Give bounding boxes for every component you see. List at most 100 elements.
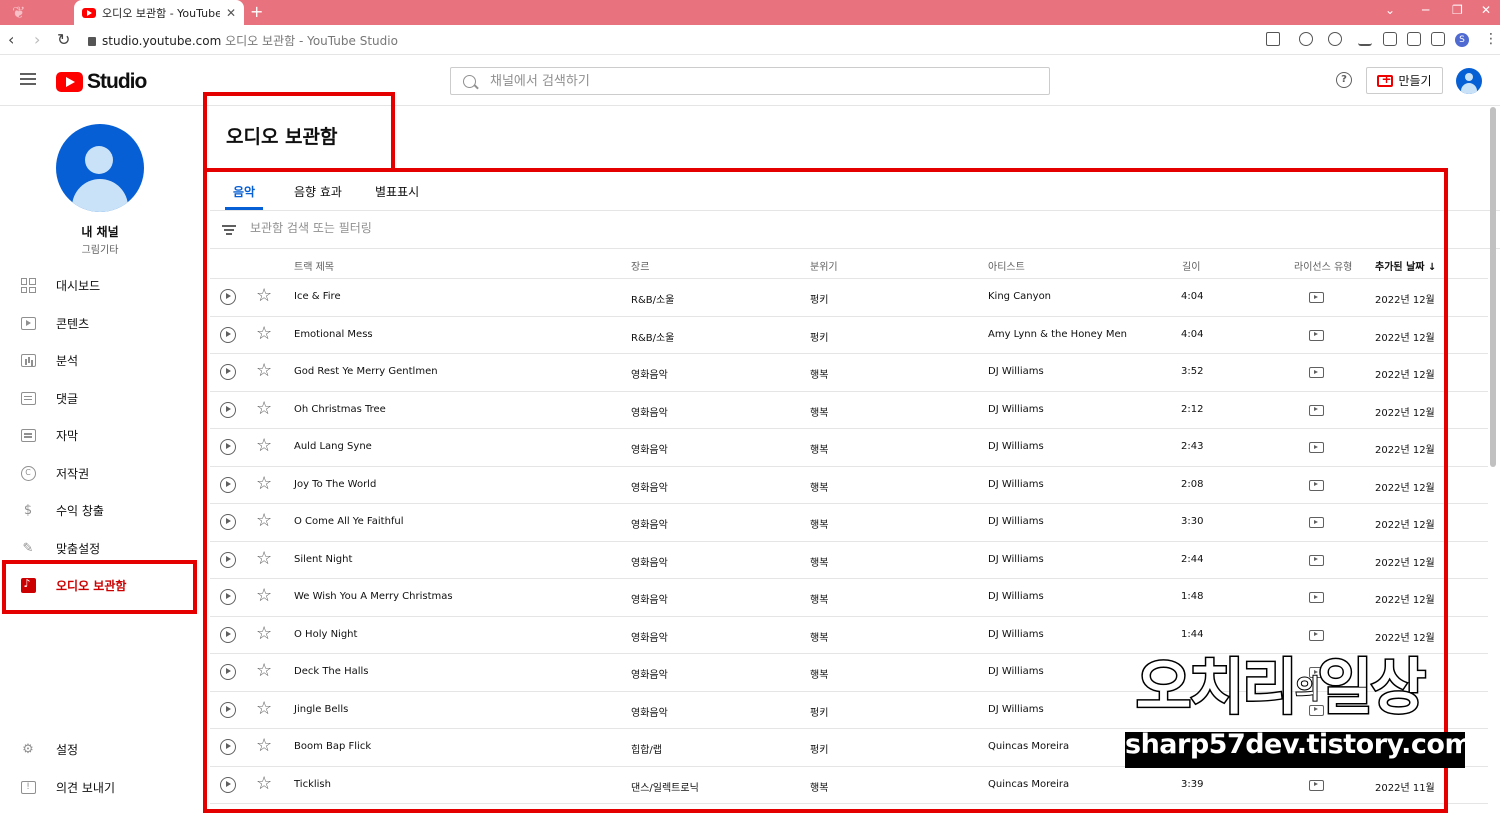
star-icon[interactable]: ☆ — [256, 512, 272, 530]
play-icon[interactable] — [220, 364, 236, 380]
minimize-icon[interactable]: ─ — [1422, 3, 1429, 17]
tab-music[interactable]: 음악 — [233, 183, 255, 200]
star-icon[interactable]: ☆ — [256, 774, 272, 793]
lock-icon — [88, 37, 96, 46]
table-row[interactable]: ☆ Ticklish 댄스/일렉트로닉 행복 Quincas Moreira 3:39 20… — [210, 767, 1488, 804]
star-icon[interactable]: ☆ — [256, 699, 272, 718]
sidebar-toggle-icon[interactable] — [1431, 32, 1445, 46]
star-icon[interactable]: ☆ — [256, 624, 272, 643]
page-title: 오디오 보관함 — [226, 126, 338, 148]
star-icon[interactable]: ☆ — [256, 737, 272, 755]
play-icon[interactable] — [220, 289, 236, 305]
channel-avatar[interactable] — [56, 124, 144, 212]
sidebar-item-content[interactable]: 콘텐츠 — [0, 305, 200, 342]
col-artist[interactable]: 아티스트 — [988, 258, 1025, 273]
col-title[interactable]: 트랙 제목 — [294, 258, 334, 273]
sidebar-item-monetization[interactable]: $ 수익 창출 — [0, 492, 200, 529]
create-button-label: 만들기 — [1398, 74, 1432, 88]
content-icon — [20, 316, 36, 331]
favorites-icon[interactable] — [1299, 32, 1313, 46]
sidebar-item-dashboard[interactable]: 대시보드 — [0, 267, 200, 304]
tab-close-icon[interactable]: ✕ — [226, 6, 236, 20]
create-button[interactable]: 만들기 — [1366, 67, 1443, 94]
star-icon[interactable]: ☆ — [256, 324, 272, 343]
play-icon[interactable] — [220, 589, 236, 605]
play-icon[interactable] — [220, 476, 236, 493]
new-tab-button[interactable]: + — [250, 2, 263, 21]
table-row[interactable]: ☆ O Come All Ye Faithful 영화음악 행복 DJ Williams… — [210, 504, 1488, 542]
play-icon[interactable] — [220, 739, 236, 755]
play-icon[interactable] — [220, 776, 236, 793]
table-row[interactable]: ☆ O Holy Night 영화음악 행복 DJ Williams 1:44 2022년 … — [210, 617, 1488, 654]
table-row[interactable]: ☆ We Wish You A Merry Christmas 영화음악 행복 DJ W… — [210, 579, 1488, 617]
star-icon[interactable]: ☆ — [256, 362, 272, 380]
channel-search-input[interactable] — [490, 73, 990, 89]
table-row[interactable]: ☆ Silent Night 영화음악 행복 DJ Williams 2:44 2022년 … — [210, 542, 1488, 579]
star-icon[interactable]: ☆ — [256, 437, 272, 455]
star-icon[interactable]: ☆ — [256, 549, 272, 568]
share-icon[interactable] — [1266, 32, 1280, 46]
play-icon[interactable] — [220, 664, 236, 680]
back-icon[interactable]: ‹ — [8, 30, 14, 49]
filter-icon[interactable] — [222, 225, 236, 235]
reload-icon[interactable]: ↻ — [57, 30, 70, 49]
play-icon[interactable] — [220, 551, 236, 568]
url-field[interactable]: studio.youtube.com 오디오 보관함 - YouTube Stu… — [88, 32, 398, 49]
sidebar-item-analytics[interactable]: 분석 — [0, 342, 200, 379]
forward-icon[interactable]: › — [34, 30, 40, 49]
account-avatar[interactable] — [1456, 68, 1482, 94]
page-scrollbar[interactable] — [1489, 107, 1497, 813]
browser-tab[interactable]: 오디오 보관함 - YouTube Studio ✕ — [74, 0, 244, 25]
tab-starred[interactable]: 별표표시 — [375, 183, 419, 200]
url-path: 오디오 보관함 - YouTube Studio — [225, 34, 398, 48]
track-genre: 영화음악 — [631, 482, 668, 494]
tab-search-icon[interactable]: ⌄ — [1385, 3, 1395, 17]
star-icon[interactable]: ☆ — [256, 399, 272, 418]
star-icon[interactable]: ☆ — [256, 287, 272, 305]
sidebar-item-customization[interactable]: ✎ 맞춤설정 — [0, 530, 200, 567]
col-genre[interactable]: 장르 — [631, 258, 649, 273]
col-mood[interactable]: 분위기 — [810, 258, 838, 273]
tab-sound-effects[interactable]: 음향 효과 — [294, 183, 342, 200]
col-date[interactable]: 추가된 날짜 ↓ — [1375, 258, 1436, 273]
help-icon[interactable]: ? — [1336, 72, 1352, 88]
star-icon[interactable]: ☆ — [256, 474, 272, 493]
sidebar-item-subtitles[interactable]: 자막 — [0, 417, 200, 454]
play-icon[interactable] — [220, 401, 236, 418]
sidebar-item-comments[interactable]: 댓글 — [0, 380, 200, 417]
table-row[interactable]: ☆ Oh Christmas Tree 영화음악 행복 DJ Williams 2:12 2… — [210, 392, 1488, 429]
browser-profile-avatar[interactable]: S — [1455, 33, 1469, 47]
play-icon[interactable] — [220, 326, 236, 343]
table-row[interactable]: ☆ Ice & Fire R&B/소울 펑키 King Canyon 4:04 2022년 … — [210, 279, 1488, 317]
sidebar-item-audio-library[interactable]: 오디오 보관함 — [0, 567, 200, 604]
channel-search-box[interactable] — [450, 67, 1050, 95]
download-icon[interactable] — [1358, 32, 1372, 46]
library-filter-input[interactable] — [250, 221, 650, 235]
customization-icon: ✎ — [22, 540, 34, 556]
table-row[interactable]: ☆ Emotional Mess R&B/소울 펑키 Amy Lynn & the Ho… — [210, 317, 1488, 354]
studio-logo[interactable]: Studio — [56, 70, 147, 94]
play-icon[interactable] — [220, 701, 236, 718]
screenshot-icon[interactable] — [1407, 32, 1421, 46]
star-icon[interactable]: ☆ — [256, 662, 272, 680]
track-mood: 행복 — [810, 557, 829, 569]
play-icon[interactable] — [220, 514, 236, 530]
col-license[interactable]: 라이선스 유형 — [1294, 258, 1352, 273]
restore-icon[interactable]: ❐ — [1452, 3, 1463, 17]
star-icon[interactable]: ☆ — [256, 587, 272, 605]
table-row[interactable]: ☆ Joy To The World 영화음악 행복 DJ Williams 2:08 20… — [210, 467, 1488, 504]
table-row[interactable]: ☆ God Rest Ye Merry Gentlmen 영화음악 행복 DJ Will… — [210, 354, 1488, 392]
play-icon[interactable] — [220, 439, 236, 455]
play-icon[interactable] — [220, 626, 236, 643]
col-length[interactable]: 길이 — [1182, 258, 1200, 273]
browser-menu-icon[interactable]: ⋮ — [1484, 31, 1498, 47]
cast-icon[interactable] — [1383, 32, 1397, 46]
close-window-icon[interactable]: ✕ — [1481, 3, 1491, 17]
sidebar-item-feedback[interactable]: ! 의견 보내기 — [0, 769, 200, 806]
scroll-thumb[interactable] — [1490, 107, 1496, 467]
sidebar-item-copyright[interactable]: C 저작권 — [0, 455, 200, 492]
extensions-icon[interactable] — [1328, 32, 1342, 46]
sidebar-item-settings[interactable]: ⚙ 설정 — [0, 731, 200, 768]
table-row[interactable]: ☆ Auld Lang Syne 영화음악 행복 DJ Williams 2:43 2022… — [210, 429, 1488, 467]
hamburger-menu-icon[interactable] — [20, 73, 36, 85]
